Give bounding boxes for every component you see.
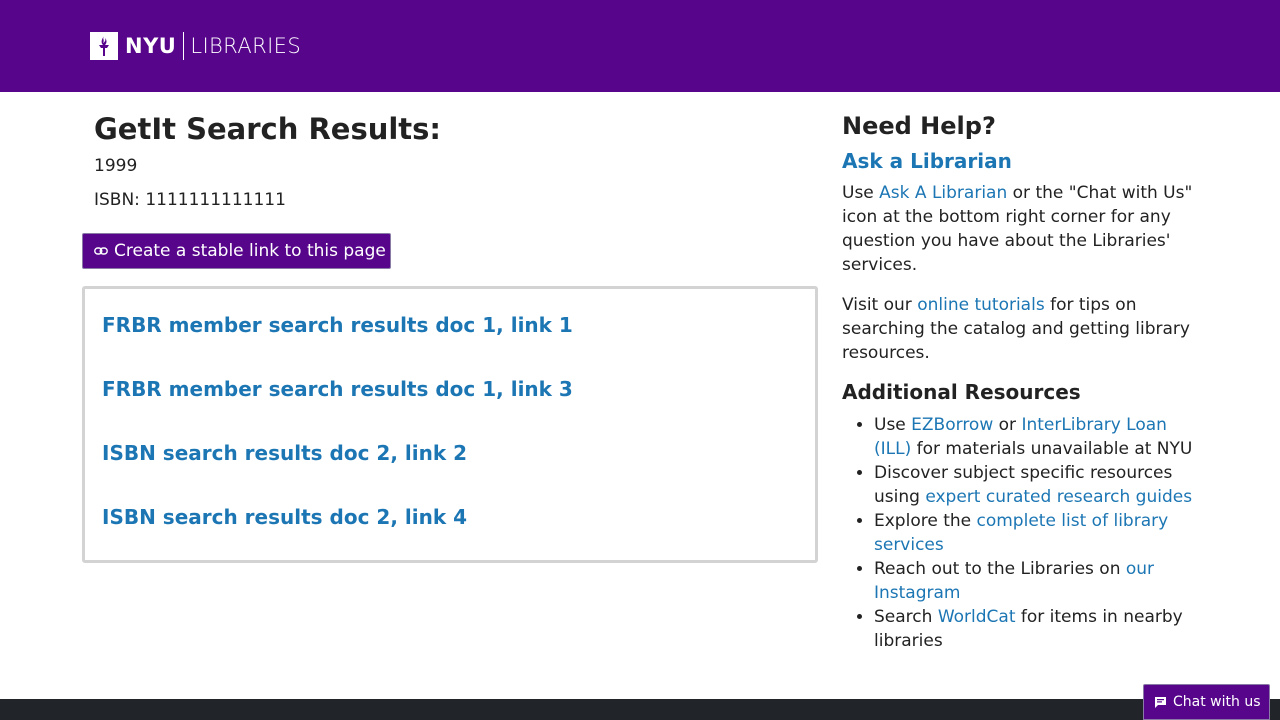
ask-a-librarian-link[interactable]: Ask A Librarian — [879, 183, 1007, 203]
result-link[interactable]: FRBR member search results doc 1, link 1 — [102, 313, 573, 337]
list-item: Explore the complete list of library ser… — [874, 509, 1197, 557]
chat-label: Chat with us — [1173, 694, 1261, 710]
item-text: Search — [874, 607, 938, 627]
list-item: Discover subject specific resources usin… — [874, 461, 1197, 509]
tutorials-paragraph: Visit our online tutorials for tips on s… — [842, 293, 1197, 365]
site-footer — [0, 699, 1280, 720]
additional-resources-heading: Additional Resources — [842, 380, 1081, 404]
isbn-value: ISBN: 1111111111111 — [94, 190, 286, 210]
result-link[interactable]: ISBN search results doc 2, link 4 — [102, 505, 467, 529]
para-text: Use — [842, 183, 880, 203]
logo-nyu-text: NYU — [125, 33, 177, 58]
ezborrow-link[interactable]: EZBorrow — [911, 415, 993, 435]
worldcat-link[interactable]: WorldCat — [938, 607, 1016, 627]
item-text: or — [993, 415, 1022, 435]
chat-icon — [1154, 696, 1167, 709]
item-text: Reach out to the Libraries on — [874, 559, 1126, 579]
need-help-heading: Need Help? — [842, 112, 996, 140]
link-icon — [94, 244, 108, 258]
result-link[interactable]: FRBR member search results doc 1, link 3 — [102, 377, 573, 401]
list-item: Reach out to the Libraries on our Instag… — [874, 557, 1197, 605]
chat-with-us-button[interactable]: Chat with us — [1143, 684, 1270, 720]
para-text: Visit our — [842, 295, 918, 315]
stable-link-label: Create a stable link to this page — [114, 241, 386, 261]
item-text: Use — [874, 415, 912, 435]
item-text: for materials unavailable at NYU — [911, 439, 1193, 459]
online-tutorials-link[interactable]: online tutorials — [917, 295, 1044, 315]
result-link[interactable]: ISBN search results doc 2, link 2 — [102, 441, 467, 465]
publication-year: 1999 — [94, 156, 138, 176]
stable-link-button[interactable]: Create a stable link to this page — [82, 233, 391, 269]
ask-a-librarian-heading-link[interactable]: Ask a Librarian — [842, 149, 1012, 173]
list-item: Search WorldCat for items in nearby libr… — [874, 605, 1197, 653]
ask-librarian-paragraph: Use Ask A Librarian or the "Chat with Us… — [842, 181, 1197, 277]
additional-resources-list: Use EZBorrow or InterLibrary Loan (ILL) … — [842, 413, 1197, 653]
page-title: GetIt Search Results: — [94, 112, 442, 146]
research-guides-link[interactable]: expert curated research guides — [925, 487, 1192, 507]
site-header: NYU LIBRARIES — [0, 0, 1280, 92]
logo-divider — [183, 31, 185, 60]
list-item: Use EZBorrow or InterLibrary Loan (ILL) … — [874, 413, 1197, 461]
nyu-torch-icon — [90, 31, 118, 60]
item-text: Explore the — [874, 511, 977, 531]
logo-libraries-text: LIBRARIES — [190, 33, 302, 58]
nyu-libraries-logo[interactable]: NYU LIBRARIES — [90, 31, 301, 60]
results-list: FRBR member search results doc 1, link 1… — [82, 286, 818, 563]
